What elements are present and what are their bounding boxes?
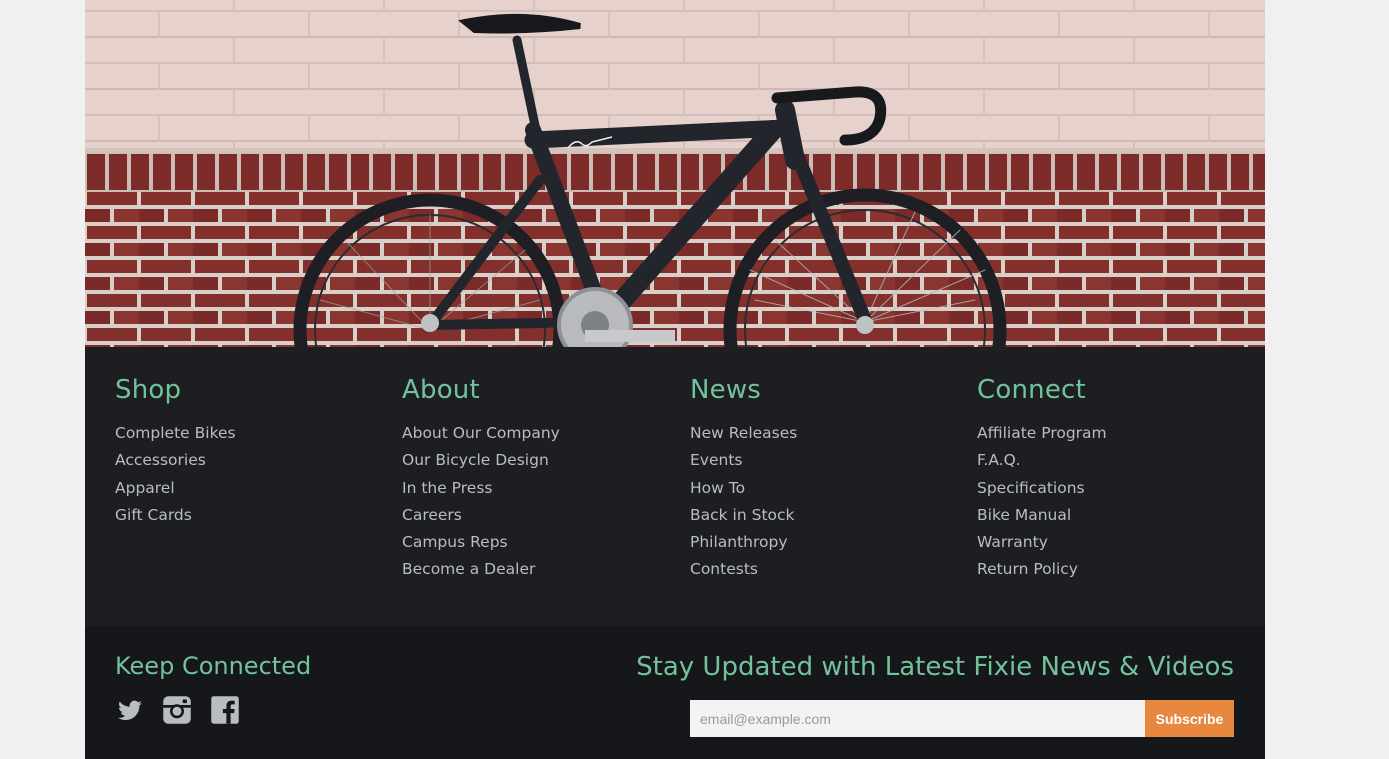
facebook-icon[interactable]: [210, 695, 242, 727]
column-title-about: About: [402, 375, 480, 405]
page-container: Shop Complete Bikes Accessories Apparel …: [85, 0, 1265, 759]
subscribe-button[interactable]: Subscribe: [1145, 700, 1234, 737]
column-title-news: News: [690, 375, 762, 405]
link-careers[interactable]: Careers: [402, 502, 662, 529]
link-apparel[interactable]: Apparel: [115, 475, 375, 502]
column-title-connect: Connect: [977, 375, 1086, 405]
link-back-in-stock[interactable]: Back in Stock: [690, 502, 950, 529]
column-list-shop: Complete Bikes Accessories Apparel Gift …: [115, 420, 375, 529]
link-warranty[interactable]: Warranty: [977, 529, 1237, 556]
footer-column-about: About About Our Company Our Bicycle Desi…: [402, 373, 662, 584]
column-list-connect: Affiliate Program F.A.Q. Specifications …: [977, 420, 1237, 584]
link-gift-cards[interactable]: Gift Cards: [115, 502, 375, 529]
link-philanthropy[interactable]: Philanthropy: [690, 529, 950, 556]
link-our-bicycle-design[interactable]: Our Bicycle Design: [402, 447, 662, 474]
link-accessories[interactable]: Accessories: [115, 447, 375, 474]
link-return-policy[interactable]: Return Policy: [977, 556, 1237, 583]
footer-column-news: News New Releases Events How To Back in …: [690, 373, 950, 584]
link-new-releases[interactable]: New Releases: [690, 420, 950, 447]
footer-links: Shop Complete Bikes Accessories Apparel …: [85, 347, 1265, 626]
link-affiliate-program[interactable]: Affiliate Program: [977, 420, 1237, 447]
link-specifications[interactable]: Specifications: [977, 475, 1237, 502]
link-bike-manual[interactable]: Bike Manual: [977, 502, 1237, 529]
footer-column-connect: Connect Affiliate Program F.A.Q. Specifi…: [977, 373, 1237, 584]
footer-bottom-bar: Keep Connected Stay Updated with Latest …: [85, 626, 1265, 759]
keep-connected-title: Keep Connected: [115, 652, 312, 680]
instagram-icon[interactable]: [162, 695, 194, 727]
link-contests[interactable]: Contests: [690, 556, 950, 583]
column-title-shop: Shop: [115, 375, 182, 405]
link-about-our-company[interactable]: About Our Company: [402, 420, 662, 447]
link-become-a-dealer[interactable]: Become a Dealer: [402, 556, 662, 583]
link-faq[interactable]: F.A.Q.: [977, 447, 1237, 474]
link-how-to[interactable]: How To: [690, 475, 950, 502]
link-complete-bikes[interactable]: Complete Bikes: [115, 420, 375, 447]
column-list-news: New Releases Events How To Back in Stock…: [690, 420, 950, 584]
link-events[interactable]: Events: [690, 447, 950, 474]
email-input[interactable]: [690, 700, 1145, 737]
link-in-the-press[interactable]: In the Press: [402, 475, 662, 502]
twitter-icon[interactable]: [115, 695, 147, 727]
hero-image: [85, 0, 1265, 347]
footer-column-shop: Shop Complete Bikes Accessories Apparel …: [115, 373, 375, 529]
column-list-about: About Our Company Our Bicycle Design In …: [402, 420, 662, 584]
link-campus-reps[interactable]: Campus Reps: [402, 529, 662, 556]
newsletter-title: Stay Updated with Latest Fixie News & Vi…: [636, 652, 1234, 682]
bicycle-photo: [85, 0, 1265, 347]
